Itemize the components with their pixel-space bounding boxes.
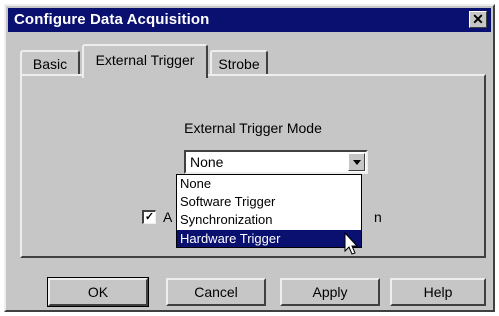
option-checkbox-label: A [163,209,173,225]
dropdown-option-synchronization[interactable]: Synchronization [177,211,361,228]
dialog-title: Configure Data Acquisition [14,11,210,28]
option-checkbox[interactable]: ✓ [142,210,156,224]
close-icon[interactable]: ✕ [469,11,487,28]
tab-strobe[interactable]: Strobe [210,50,268,76]
cancel-button[interactable]: Cancel [166,278,266,306]
trigger-mode-select[interactable]: None [184,150,368,174]
dropdown-option-none[interactable]: None [177,175,361,192]
trigger-mode-value: None [190,154,224,170]
apply-button[interactable]: Apply [280,278,380,306]
mouse-pointer-icon [344,232,359,255]
tab-external-trigger-label: External Trigger [95,52,195,68]
tab-external-trigger[interactable]: External Trigger [82,44,208,78]
option-checkbox-label-tail: n [374,209,382,225]
trigger-mode-dropdown-list: None Software Trigger Synchronization Ha… [176,174,362,248]
chevron-down-icon[interactable] [348,153,365,171]
dropdown-option-software-trigger[interactable]: Software Trigger [177,193,361,210]
dropdown-option-hardware-trigger[interactable]: Hardware Trigger [177,230,361,247]
tab-basic[interactable]: Basic [20,50,80,76]
tab-strobe-label: Strobe [218,56,260,72]
title-bar[interactable]: Configure Data Acquisition ✕ [8,8,491,32]
help-button[interactable]: Help [390,278,486,306]
tab-basic-label: Basic [32,56,68,72]
ok-button[interactable]: OK [47,277,149,307]
trigger-mode-label: External Trigger Mode [184,120,322,136]
configure-dialog: Configure Data Acquisition ✕ Basic Exter… [4,4,495,312]
